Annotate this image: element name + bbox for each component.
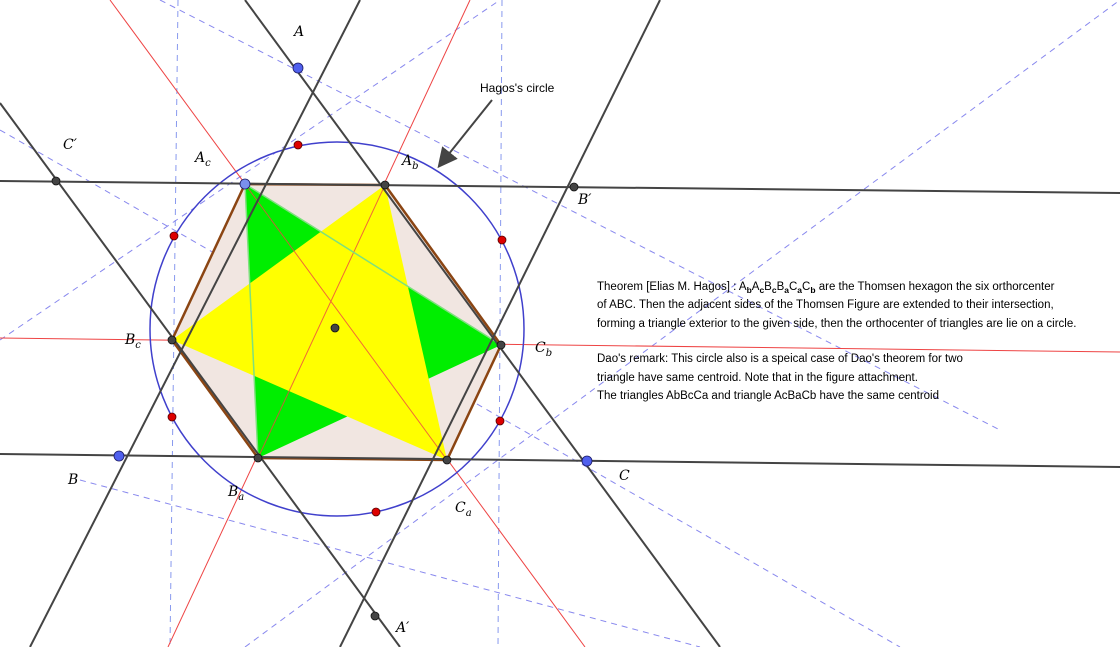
side-line-top — [0, 180, 1120, 194]
label-A: A — [292, 24, 304, 40]
label-Ac: Ac — [193, 150, 211, 169]
label-Bc: Bc — [124, 332, 141, 351]
point-B-prime — [569, 182, 579, 192]
circle-label: Hagos's circle — [480, 81, 555, 95]
dashed-line — [79, 479, 701, 647]
theorem-line-3: forming a triangle exterior to the given… — [597, 318, 1076, 330]
red-point — [167, 412, 177, 422]
red-point — [371, 507, 381, 517]
label-A-prime: A′ — [394, 620, 410, 636]
theorem-text: Theorem [Elias M. Hagos] : AbAcBcBaCaCb … — [597, 281, 1076, 330]
circle-arrow — [437, 99, 493, 169]
theorem-line-2: of ABC. Then the adjacent sides of the T… — [597, 299, 1054, 311]
point-Cb — [496, 340, 506, 350]
label-Ca: Ca — [455, 500, 472, 519]
point-center — [330, 323, 340, 333]
theorem-line-1: Theorem [Elias M. Hagos] : AbAcBcBaCaCb … — [597, 281, 1055, 295]
guide-line — [169, 0, 179, 647]
red-point — [495, 416, 505, 426]
label-C: C — [619, 468, 630, 484]
vertex-C — [581, 455, 593, 467]
vertex-A — [292, 62, 304, 74]
point-Bc — [167, 335, 177, 345]
label-Ba: Ba — [227, 484, 244, 503]
point-Ca — [442, 455, 452, 465]
red-point — [169, 231, 179, 241]
label-B-prime: B′ — [577, 192, 592, 208]
point-Ac — [239, 178, 251, 190]
label-Cb: Cb — [535, 340, 552, 359]
label-B: B — [67, 472, 78, 488]
point-C-prime — [51, 176, 61, 186]
side-line-bottom — [0, 453, 1120, 468]
vertex-B — [113, 450, 125, 462]
remark-text: Dao's remark: This circle also is a spei… — [597, 353, 963, 402]
point-A-prime — [370, 611, 380, 621]
label-C-prime: C′ — [63, 137, 78, 153]
remark-line-2: triangle have same centroid. Note that i… — [597, 372, 918, 384]
label-Ab: Ab — [400, 153, 419, 172]
red-point — [497, 235, 507, 245]
red-point — [293, 140, 303, 150]
remark-line-1: Dao's remark: This circle also is a spei… — [597, 353, 963, 365]
point-Ab — [380, 180, 390, 190]
geometry-diagram: Hagos's circle A B C A′ B′ C′ Ac Ab Bc B… — [0, 0, 1120, 647]
remark-line-3: The triangles AbBcCa and triangle AcBaCb… — [597, 390, 939, 402]
point-Ba — [253, 453, 263, 463]
